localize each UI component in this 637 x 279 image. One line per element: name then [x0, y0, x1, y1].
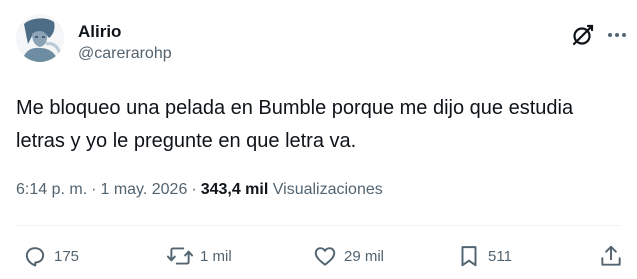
repost-button[interactable]: 1 mil [166, 243, 232, 269]
post-meta: 6:14 p. m. · 1 may. 2026 · 343,4 mil Visuali… [16, 178, 383, 202]
like-button[interactable]: 29 mil [312, 243, 384, 269]
share-button[interactable] [598, 243, 624, 269]
meta-separator: · [91, 181, 97, 198]
reply-button[interactable]: 175 [22, 243, 79, 269]
post-text: Me bloqueo una pelada en Bumble porque m… [16, 97, 574, 152]
author-block: Alirio @carerarohp [78, 22, 172, 64]
bookmark-count: 511 [488, 247, 512, 265]
meta-separator: · [191, 181, 197, 198]
grok-icon [572, 24, 594, 46]
more-options-button[interactable] [604, 22, 630, 48]
profile-photo-icon [16, 14, 64, 62]
repost-count: 1 mil [200, 247, 232, 265]
views-label[interactable]: Visualizaciones [273, 181, 383, 198]
tweet-card: Alirio @carerarohp Me bloqueo una pelada… [0, 0, 637, 279]
more-dots-icon [608, 33, 626, 37]
views-count: 343,4 mil [200, 181, 269, 198]
post-date[interactable]: 1 may. 2026 [100, 181, 187, 198]
grok-button[interactable] [570, 22, 596, 48]
bookmark-icon [461, 246, 477, 267]
bookmark-button[interactable]: 511 [456, 243, 512, 269]
repost-arrows-icon [166, 247, 194, 265]
reply-bubble-icon [25, 247, 45, 267]
share-upload-icon [601, 245, 621, 266]
reply-count: 175 [54, 247, 80, 265]
avatar[interactable] [16, 14, 64, 62]
post-time[interactable]: 6:14 p. m. [16, 181, 87, 198]
like-count: 29 mil [344, 247, 385, 265]
heart-icon [314, 247, 336, 266]
divider [16, 225, 621, 226]
author-handle[interactable]: @carerarohp [78, 44, 172, 64]
author-name[interactable]: Alirio [78, 22, 172, 42]
